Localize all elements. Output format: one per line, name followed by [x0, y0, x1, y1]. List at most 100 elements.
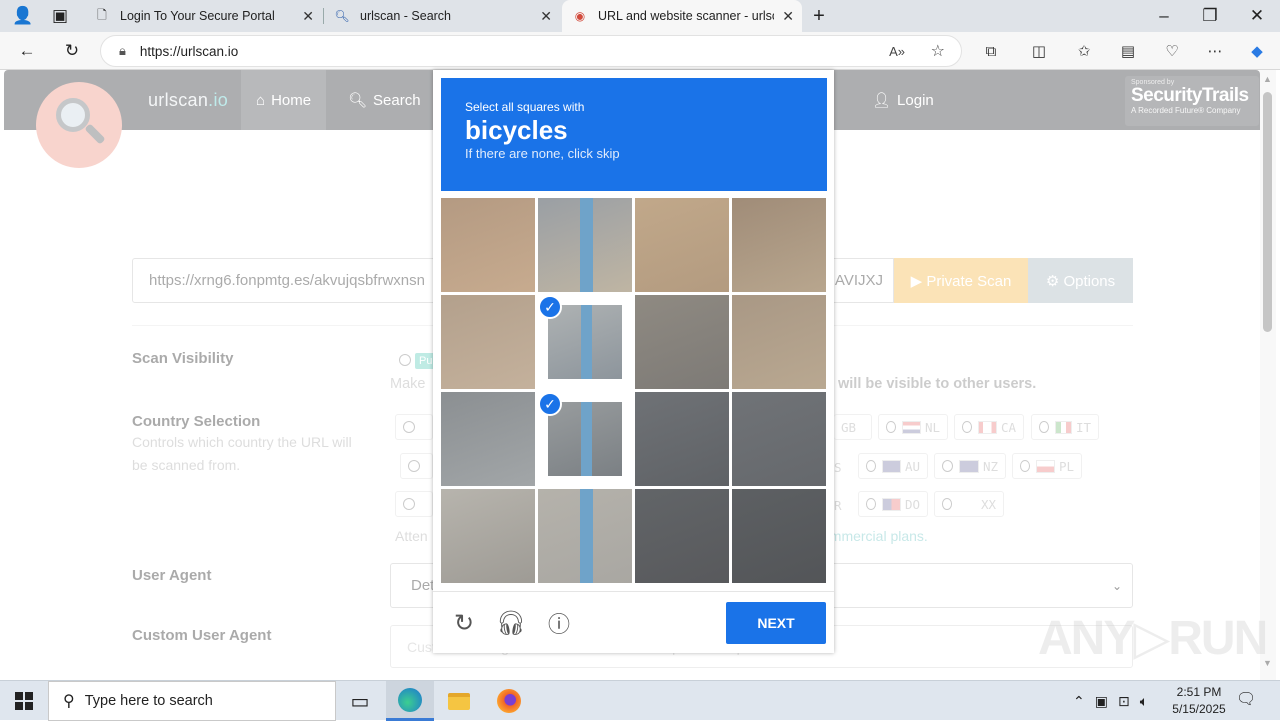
clock-date: 5/15/2025 — [1172, 702, 1226, 716]
captcha-tile-image — [441, 295, 535, 389]
pole-image — [580, 489, 594, 583]
next-button[interactable]: NEXT — [726, 602, 826, 644]
captcha-skip-hint: If there are none, click skip — [465, 146, 620, 161]
profile-icon[interactable]: 👤 — [10, 4, 36, 28]
captcha-tile-image — [441, 198, 535, 292]
captcha-image-grid: ✓ ✓ — [441, 198, 827, 584]
headphones-icon[interactable]: 🎧︎ — [496, 608, 526, 638]
extensions-icon[interactable]: ⧉ — [980, 40, 1002, 62]
captcha-tile-image — [635, 489, 729, 583]
close-window-button[interactable]: ✕ — [1244, 4, 1270, 28]
search-icon: 🔍︎ — [334, 9, 350, 23]
close-tab-icon[interactable]: ✕ — [540, 8, 552, 25]
taskbar-search-placeholder: Type here to search — [84, 693, 213, 709]
captcha-footer: ↻ 🎧︎ ⓘ NEXT — [433, 591, 834, 653]
task-view-icon[interactable]: ▭ — [336, 681, 384, 721]
captcha-tile-image — [538, 489, 632, 583]
captcha-tile-image — [441, 489, 535, 583]
captcha-tile-image — [538, 198, 632, 292]
captcha-tile[interactable]: ✓ — [538, 295, 632, 389]
captcha-tile-image — [548, 305, 622, 379]
favorites-icon[interactable]: ✩ — [1073, 40, 1095, 62]
tab-title: Login To Your Secure Portal — [120, 9, 275, 23]
captcha-tile-image — [441, 392, 535, 486]
windows-logo-icon — [15, 692, 33, 710]
url-field[interactable]: 🔒︎ https://urlscan.io A» ☆ — [100, 35, 962, 67]
captcha-tile[interactable] — [635, 198, 729, 292]
maximize-button[interactable]: ❐ — [1197, 4, 1223, 28]
file-explorer-icon[interactable] — [435, 681, 483, 721]
edge-icon[interactable] — [386, 681, 434, 721]
network-icon[interactable]: ⊡ — [1118, 693, 1130, 710]
taskbar-search[interactable]: ⚲ Type here to search — [48, 681, 336, 721]
search-icon: ⚲ — [63, 693, 75, 710]
captcha-tile[interactable] — [732, 392, 826, 486]
taskbar-clock[interactable]: 2:51 PM 5/15/2025 — [1160, 684, 1238, 718]
check-icon: ✓ — [538, 392, 562, 416]
captcha-tile[interactable] — [441, 489, 535, 583]
volume-icon[interactable]: 🔈︎ — [1140, 693, 1148, 710]
captcha-tile[interactable] — [538, 489, 632, 583]
pole-image — [581, 402, 592, 476]
browser-essentials-icon[interactable]: ♡ — [1161, 40, 1183, 62]
captcha-tile-image — [635, 198, 729, 292]
captcha-tile[interactable] — [732, 295, 826, 389]
captcha-tile[interactable] — [441, 295, 535, 389]
captcha-tile-image — [732, 392, 826, 486]
captcha-tile-image — [635, 295, 729, 389]
captcha-tile[interactable] — [732, 489, 826, 583]
new-tab-button[interactable]: + — [806, 4, 832, 28]
copilot-icon[interactable]: ◆ — [1246, 40, 1268, 62]
tab-urlscan-scanner[interactable]: ◉ URL and website scanner - urlsca ✕ — [562, 0, 802, 32]
start-button[interactable] — [0, 681, 48, 721]
urlscan-icon: ◉ — [574, 9, 586, 23]
chevron-up-icon[interactable]: ⌃ — [1073, 693, 1085, 710]
windows-taskbar: ⚲ Type here to search ▭ ⌃ ▣ ⊡ 🔈︎ 2:51 PM… — [0, 680, 1280, 721]
more-options-icon[interactable]: ⋯ — [1204, 40, 1226, 62]
split-screen-icon[interactable]: ◫ — [1028, 40, 1050, 62]
pole-image — [581, 305, 592, 379]
notification-icon[interactable]: 🗨︎ — [1236, 689, 1256, 709]
tab-title: URL and website scanner - urlsca — [598, 9, 774, 23]
captcha-tile[interactable] — [441, 392, 535, 486]
captcha-tile-image — [548, 402, 622, 476]
captcha-header: Select all squares with bicycles If ther… — [441, 78, 827, 191]
captcha-tile-image — [732, 295, 826, 389]
clock-time: 2:51 PM — [1176, 685, 1222, 699]
tab-actions-icon[interactable]: ▣ — [47, 4, 73, 28]
tab-login-portal[interactable]: 🗋 Login To Your Secure Portal ✕ — [84, 0, 322, 32]
captcha-tile-image — [635, 392, 729, 486]
minimize-button[interactable]: – — [1151, 4, 1177, 28]
captcha-instruction: Select all squares with — [465, 100, 585, 114]
device-icon[interactable]: ▣ — [1095, 693, 1108, 710]
captcha-tile[interactable] — [635, 392, 729, 486]
close-tab-icon[interactable]: ✕ — [302, 8, 314, 25]
captcha-tile[interactable]: ✓ — [538, 392, 632, 486]
captcha-tile[interactable] — [441, 198, 535, 292]
captcha-tile[interactable] — [635, 295, 729, 389]
document-icon: 🗋 — [97, 7, 107, 22]
lock-icon: 🔒︎ — [119, 43, 126, 58]
tab-title: urlscan - Search — [360, 9, 452, 23]
captcha-tile[interactable] — [538, 198, 632, 292]
browser-address-bar: ← ↻ 🔒︎ https://urlscan.io A» ☆ ⧉ ◫ ✩ ▤ ♡… — [0, 32, 1280, 70]
captcha-tile[interactable] — [635, 489, 729, 583]
back-icon[interactable]: ← — [14, 39, 40, 63]
system-tray: ⌃ ▣ ⊡ 🔈︎ — [1068, 681, 1153, 721]
read-aloud-icon[interactable]: A» — [889, 44, 905, 59]
captcha-tile[interactable] — [732, 198, 826, 292]
favorite-star-icon[interactable]: ☆ — [931, 41, 945, 61]
captcha-dialog: Select all squares with bicycles If ther… — [433, 70, 834, 653]
tab-urlscan-search[interactable]: 🔍︎ urlscan - Search ✕ — [324, 0, 560, 32]
info-icon[interactable]: ⓘ — [544, 608, 574, 638]
collections-icon[interactable]: ▤ — [1117, 40, 1139, 62]
captcha-tile-image — [732, 198, 826, 292]
browser-tab-bar: 👤 ▣ 🗋 Login To Your Secure Portal ✕ 🔍︎ u… — [0, 0, 1280, 32]
url-text: https://urlscan.io — [139, 43, 239, 59]
firefox-icon[interactable] — [485, 681, 533, 721]
close-tab-icon[interactable]: ✕ — [782, 8, 794, 25]
pole-image — [580, 198, 594, 292]
refresh-icon[interactable]: ↻ — [59, 39, 85, 63]
refresh-icon[interactable]: ↻ — [449, 608, 479, 638]
check-icon: ✓ — [538, 295, 562, 319]
